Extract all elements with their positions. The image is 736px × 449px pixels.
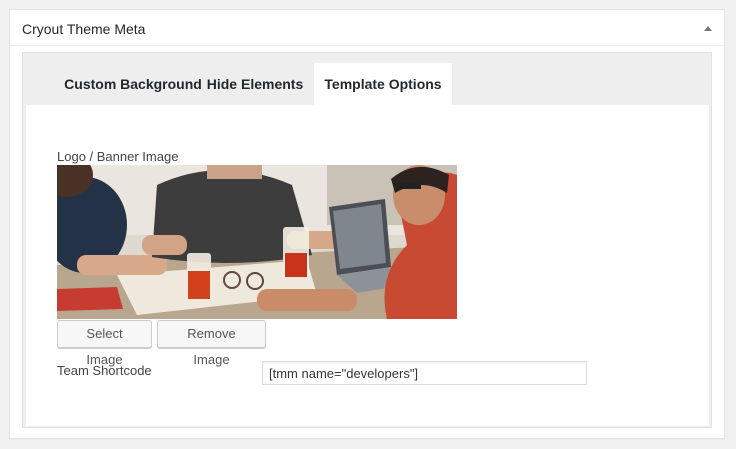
- select-image-button[interactable]: Select Image: [57, 320, 152, 367]
- banner-image-preview: [57, 165, 457, 319]
- tab-hide-elements[interactable]: Hide Elements: [199, 63, 311, 105]
- metabox-cryout-theme-meta: Cryout Theme Meta Custom Background Hide…: [9, 9, 725, 439]
- team-shortcode-input[interactable]: [262, 361, 587, 385]
- remove-image-button[interactable]: Remove Image: [157, 320, 266, 367]
- template-options-panel: Logo / Banner Image Select Image Remove …: [26, 105, 709, 426]
- metabox-inside: Custom Background Hide Elements Template…: [22, 52, 712, 428]
- tab-bar: Custom Background Hide Elements Template…: [23, 53, 711, 105]
- metabox-header[interactable]: Cryout Theme Meta: [10, 10, 724, 46]
- triangle-up-icon[interactable]: [698, 18, 718, 38]
- team-shortcode-label: Team Shortcode: [57, 363, 152, 378]
- tab-template-options[interactable]: Template Options: [314, 63, 452, 105]
- metabox-title: Cryout Theme Meta: [22, 21, 146, 37]
- tab-custom-background[interactable]: Custom Background: [45, 63, 221, 105]
- logo-banner-label: Logo / Banner Image: [57, 149, 179, 164]
